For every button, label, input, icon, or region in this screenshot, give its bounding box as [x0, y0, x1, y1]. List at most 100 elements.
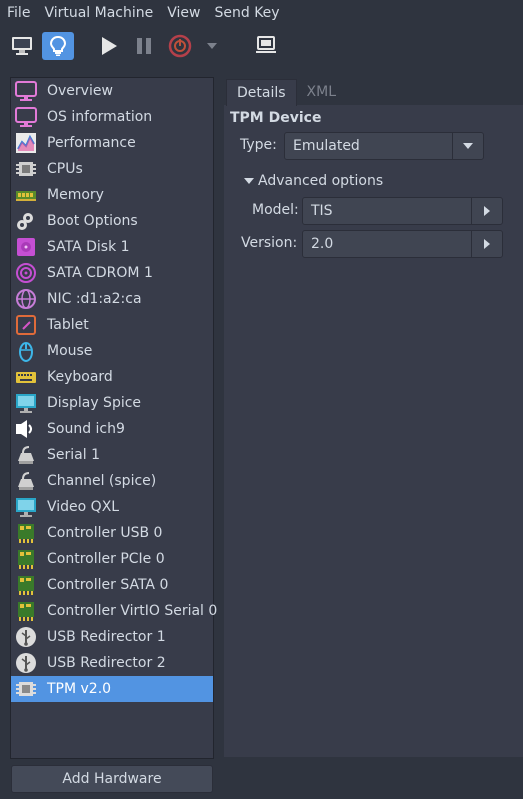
tpm-chip-icon — [15, 678, 37, 700]
usb-icon — [15, 652, 37, 674]
model-menu-button[interactable] — [471, 198, 502, 224]
menu-file[interactable]: File — [0, 5, 37, 21]
sidebar-item[interactable]: CPUs — [11, 156, 213, 182]
shutdown-button[interactable] — [164, 32, 196, 60]
version-value: 2.0 — [311, 236, 334, 252]
details-button[interactable] — [42, 32, 74, 60]
disk-icon — [15, 236, 37, 258]
dropdown-arrow-icon — [207, 43, 217, 49]
console-button[interactable] — [6, 32, 38, 60]
sidebar-item-label: Channel (spice) — [47, 473, 157, 489]
version-menu-button[interactable] — [471, 231, 502, 257]
sidebar-item[interactable]: Overview — [11, 78, 213, 104]
model-combobox[interactable]: TIS — [302, 197, 503, 225]
version-label: Version: — [241, 235, 298, 251]
sidebar-item[interactable]: NIC :d1:a2:ca — [11, 286, 213, 312]
sidebar-item[interactable]: Serial 1 — [11, 442, 213, 468]
sidebar-item[interactable]: Display Spice — [11, 390, 213, 416]
sidebar-item-label: USB Redirector 1 — [47, 629, 166, 645]
play-icon — [102, 37, 117, 55]
advanced-options-expander[interactable]: Advanced options — [244, 173, 383, 189]
tab-xml[interactable]: XML — [297, 79, 346, 105]
screenshot-icon — [256, 36, 276, 53]
sidebar-item[interactable]: Boot Options — [11, 208, 213, 234]
memory-stick-icon — [15, 184, 37, 206]
sidebar-item-label: Sound ich9 — [47, 421, 125, 437]
sidebar-item-label: Tablet — [47, 317, 89, 333]
sidebar-item-label: Overview — [47, 83, 113, 99]
sidebar-item-label: Keyboard — [47, 369, 113, 385]
add-hardware-button[interactable]: Add Hardware — [11, 765, 213, 793]
type-label: Type: — [240, 137, 277, 153]
power-icon — [168, 34, 192, 58]
type-dropdown-button[interactable] — [452, 133, 483, 159]
sidebar-item[interactable]: Controller USB 0 — [11, 520, 213, 546]
sidebar-item-label: USB Redirector 2 — [47, 655, 166, 671]
chevron-right-icon — [484, 239, 490, 249]
network-globe-icon — [15, 288, 37, 310]
sound-icon — [15, 418, 37, 440]
cdrom-icon — [15, 262, 37, 284]
sidebar-item[interactable]: USB Redirector 2 — [11, 650, 213, 676]
type-value: Emulated — [293, 138, 360, 154]
menubar: File Virtual Machine View Send Key — [0, 0, 523, 26]
sidebar-item[interactable]: SATA Disk 1 — [11, 234, 213, 260]
shutdown-menu-button[interactable] — [202, 32, 222, 60]
sidebar-item[interactable]: TPM v2.0 — [11, 676, 213, 702]
controller-card-icon — [15, 600, 37, 622]
menu-send-key[interactable]: Send Key — [207, 5, 286, 21]
pause-icon — [137, 38, 151, 54]
sidebar-item-label: Controller USB 0 — [47, 525, 163, 541]
keyboard-icon — [15, 366, 37, 388]
sidebar-item[interactable]: Controller SATA 0 — [11, 572, 213, 598]
tablet-icon — [15, 314, 37, 336]
sidebar-item-label: Controller SATA 0 — [47, 577, 169, 593]
sidebar-item[interactable]: Tablet — [11, 312, 213, 338]
type-combobox[interactable]: Emulated — [284, 132, 484, 160]
sidebar-item-label: SATA CDROM 1 — [47, 265, 153, 281]
chevron-down-icon — [463, 143, 473, 149]
sidebar-item[interactable]: Sound ich9 — [11, 416, 213, 442]
sidebar-item[interactable]: Controller VirtIO Serial 0 — [11, 598, 217, 624]
sidebar-item-label: Performance — [47, 135, 136, 151]
sidebar-item[interactable]: USB Redirector 1 — [11, 624, 213, 650]
controller-card-icon — [15, 548, 37, 570]
display-icon — [15, 392, 37, 414]
sidebar-item[interactable]: SATA CDROM 1 — [11, 260, 213, 286]
sidebar-item[interactable]: OS information — [11, 104, 213, 130]
menu-view[interactable]: View — [160, 5, 207, 21]
performance-chart-icon — [15, 132, 37, 154]
sidebar-item[interactable]: Channel (spice) — [11, 468, 213, 494]
sidebar-item-label: NIC :d1:a2:ca — [47, 291, 142, 307]
model-label: Model: — [252, 202, 299, 218]
sidebar-item-label: Controller VirtIO Serial 0 — [47, 603, 218, 619]
channel-port-icon — [15, 470, 37, 492]
mouse-icon — [15, 340, 37, 362]
sidebar-item-label: Boot Options — [47, 213, 138, 229]
expander-arrow-icon — [244, 178, 254, 184]
sidebar-item[interactable]: Video QXL — [11, 494, 213, 520]
section-title: TPM Device — [230, 110, 322, 126]
expander-label: Advanced options — [258, 173, 384, 189]
sidebar-item[interactable]: Memory — [11, 182, 213, 208]
usb-icon — [15, 626, 37, 648]
sidebar-item[interactable]: Controller PCIe 0 — [11, 546, 213, 572]
sidebar-item[interactable]: Performance — [11, 130, 213, 156]
sidebar-item-label: OS information — [47, 109, 153, 125]
run-button[interactable] — [92, 32, 124, 60]
lightbulb-icon — [49, 35, 67, 56]
sidebar-item-label: Serial 1 — [47, 447, 100, 463]
tab-details[interactable]: Details — [226, 79, 297, 106]
fullscreen-button[interactable] — [250, 32, 282, 60]
sidebar-item-label: CPUs — [47, 161, 83, 177]
sidebar-item[interactable]: Keyboard — [11, 364, 213, 390]
sidebar-item-label: Memory — [47, 187, 104, 203]
pause-button[interactable] — [128, 32, 160, 60]
overview-monitor-icon — [15, 80, 37, 102]
version-combobox[interactable]: 2.0 — [302, 230, 503, 258]
menu-virtual-machine[interactable]: Virtual Machine — [37, 5, 160, 21]
sidebar-item-label: Display Spice — [47, 395, 142, 411]
sidebar-item-label: Video QXL — [47, 499, 120, 515]
toolbar — [0, 26, 523, 66]
sidebar-item[interactable]: Mouse — [11, 338, 213, 364]
